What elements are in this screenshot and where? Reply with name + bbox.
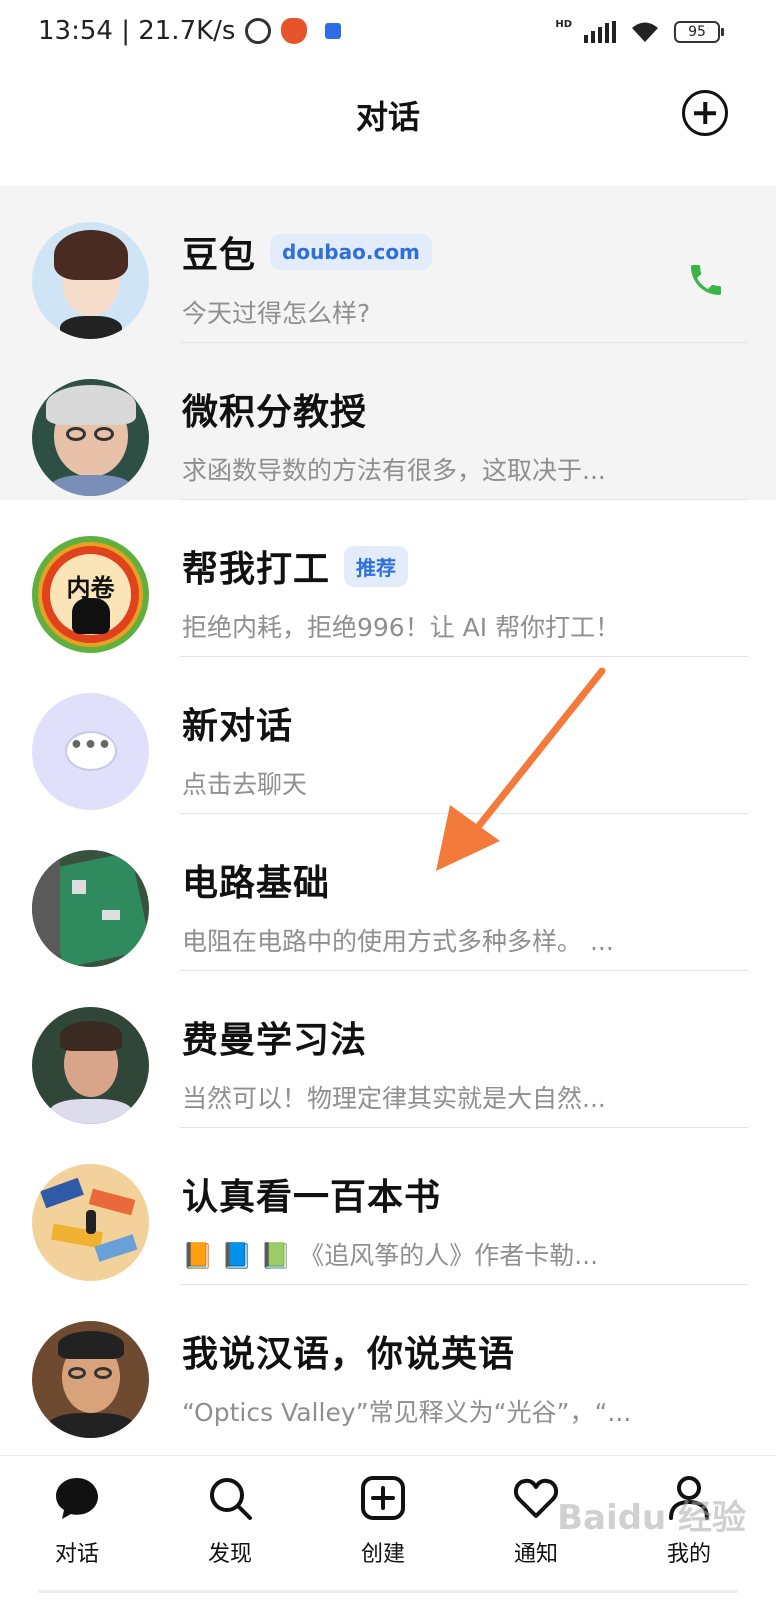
alarm-icon (245, 18, 272, 44)
chat-name: 电路基础 (182, 863, 331, 904)
chat-name: 认真看一百本书 (182, 1177, 442, 1218)
chat-text: 电路基础 电阻在电路中的使用方式多种多样。 ... (182, 856, 736, 958)
battery-icon: 95 (674, 21, 724, 43)
chat-name: 微积分教授 (182, 392, 368, 433)
chat-preview: 当然可以！物理定律其实就是大自然... (182, 1084, 606, 1113)
signal-icon (584, 21, 616, 43)
chat-name: 新对话 (182, 706, 294, 747)
chat-preview: 点击去聊天 (182, 770, 308, 799)
tab-label: 通知 (513, 1542, 558, 1567)
chat-title-row: 豆包 doubao.com (182, 228, 736, 276)
avatar: 内卷 (32, 536, 149, 653)
chat-name: 费曼学习法 (182, 1020, 368, 1061)
chat-list: 豆包 doubao.com 今天过得怎么样? 微积分教授 求函数导数的方法有很多… (0, 186, 776, 1442)
chat-preview: “Optics Valley”常见释义为“光谷”，“... (182, 1398, 632, 1427)
page-title: 对话 (355, 98, 420, 136)
chat-text: 豆包 doubao.com 今天过得怎么样? (182, 228, 736, 330)
ellipsis-icon: ••• (69, 733, 112, 758)
wifi-icon (632, 22, 658, 42)
tab-label: 我的 (666, 1542, 711, 1567)
chat-title-row: 新对话 (182, 699, 736, 747)
app-notification-icon (281, 18, 308, 44)
hd-indicator: HD (555, 18, 572, 30)
chat-name: 我说汉语，你说英语 (182, 1334, 516, 1375)
chat-text: 费曼学习法 当然可以！物理定律其实就是大自然... (182, 1013, 736, 1115)
avatar (32, 1164, 149, 1281)
chat-item-calculus[interactable]: 微积分教授 求函数导数的方法有很多，这取决于... (0, 343, 776, 500)
home-indicator (38, 1590, 738, 1593)
chat-preview: 求函数导数的方法有很多，这取决于... (182, 456, 606, 485)
tab-label: 对话 (54, 1542, 99, 1567)
avatar (32, 850, 149, 967)
chat-text: 微积分教授 求函数导数的方法有很多，这取决于... (182, 385, 736, 487)
chat-text: 我说汉语，你说英语 “Optics Valley”常见释义为“光谷”，“... (182, 1327, 736, 1429)
chat-text: 认真看一百本书 📙 📘 📗 《追风筝的人》作者卡勒... (182, 1170, 736, 1272)
chat-text: 新对话 点击去聊天 (182, 699, 736, 801)
battery-level: 95 (688, 24, 706, 40)
search-icon (210, 1478, 252, 1520)
tab-discover[interactable]: 发现 (180, 1474, 280, 1568)
chat-title-row: 我说汉语，你说英语 (182, 1327, 736, 1375)
chat-title-row: 帮我打工 推荐 (182, 542, 736, 590)
watermark: Baidu 经验 (557, 1498, 746, 1538)
chat-preview: 拒绝内耗，拒绝996！让 AI 帮你打工！ (182, 613, 621, 642)
app-notification-icon-2 (325, 23, 342, 39)
avatar: ••• (32, 693, 149, 810)
status-right: HD 95 (555, 18, 724, 44)
heart-icon (513, 1478, 559, 1518)
chat-preview: 今天过得怎么样? (182, 299, 371, 328)
chat-title-row: 电路基础 (182, 856, 736, 904)
tab-label: 发现 (207, 1542, 252, 1567)
header: 对话 (0, 70, 776, 186)
status-time-speed: 13:54 | 21.7K/s (38, 16, 236, 46)
chat-text: 帮我打工 推荐 拒绝内耗，拒绝996！让 AI 帮你打工！ (182, 542, 736, 644)
tab-create[interactable]: 创建 (333, 1474, 433, 1568)
chat-item-new[interactable]: ••• 新对话 点击去聊天 (0, 657, 776, 814)
chat-item-doubao[interactable]: 豆包 doubao.com 今天过得怎么样? (0, 186, 776, 343)
chat-title-row: 认真看一百本书 (182, 1170, 736, 1218)
avatar (32, 1007, 149, 1124)
domain-badge: doubao.com (270, 234, 432, 270)
chat-item-books[interactable]: 认真看一百本书 📙 📘 📗 《追风筝的人》作者卡勒... (0, 1128, 776, 1285)
chat-preview: 电阻在电路中的使用方式多种多样。 ... (182, 927, 614, 956)
recommend-badge: 推荐 (344, 545, 409, 587)
phone-icon[interactable] (686, 260, 726, 300)
status-left: 13:54 | 21.7K/s (38, 16, 342, 46)
chat-item-circuit[interactable]: 电路基础 电阻在电路中的使用方式多种多样。 ... (0, 814, 776, 971)
chat-item-feynman[interactable]: 费曼学习法 当然可以！物理定律其实就是大自然... (0, 971, 776, 1128)
chat-title-row: 费曼学习法 (182, 1013, 736, 1061)
add-square-icon (361, 1476, 405, 1520)
chat-item-english[interactable]: 我说汉语，你说英语 “Optics Valley”常见释义为“光谷”，“... (0, 1285, 776, 1442)
chat-name: 帮我打工 (182, 549, 331, 590)
status-bar: 13:54 | 21.7K/s HD 95 (0, 0, 776, 70)
chat-name: 豆包 (182, 235, 257, 276)
chat-item-work[interactable]: 内卷 帮我打工 推荐 拒绝内耗，拒绝996！让 AI 帮你打工！ (0, 500, 776, 657)
chat-bubble-icon (56, 1478, 98, 1519)
chat-preview: 📙 📘 📗 《追风筝的人》作者卡勒... (182, 1241, 599, 1270)
avatar (32, 1321, 149, 1438)
chat-title-row: 微积分教授 (182, 385, 736, 433)
avatar (32, 379, 149, 496)
avatar (32, 222, 149, 339)
add-chat-button[interactable] (682, 90, 728, 136)
tab-label: 创建 (360, 1542, 405, 1567)
tab-chat[interactable]: 对话 (27, 1474, 127, 1568)
